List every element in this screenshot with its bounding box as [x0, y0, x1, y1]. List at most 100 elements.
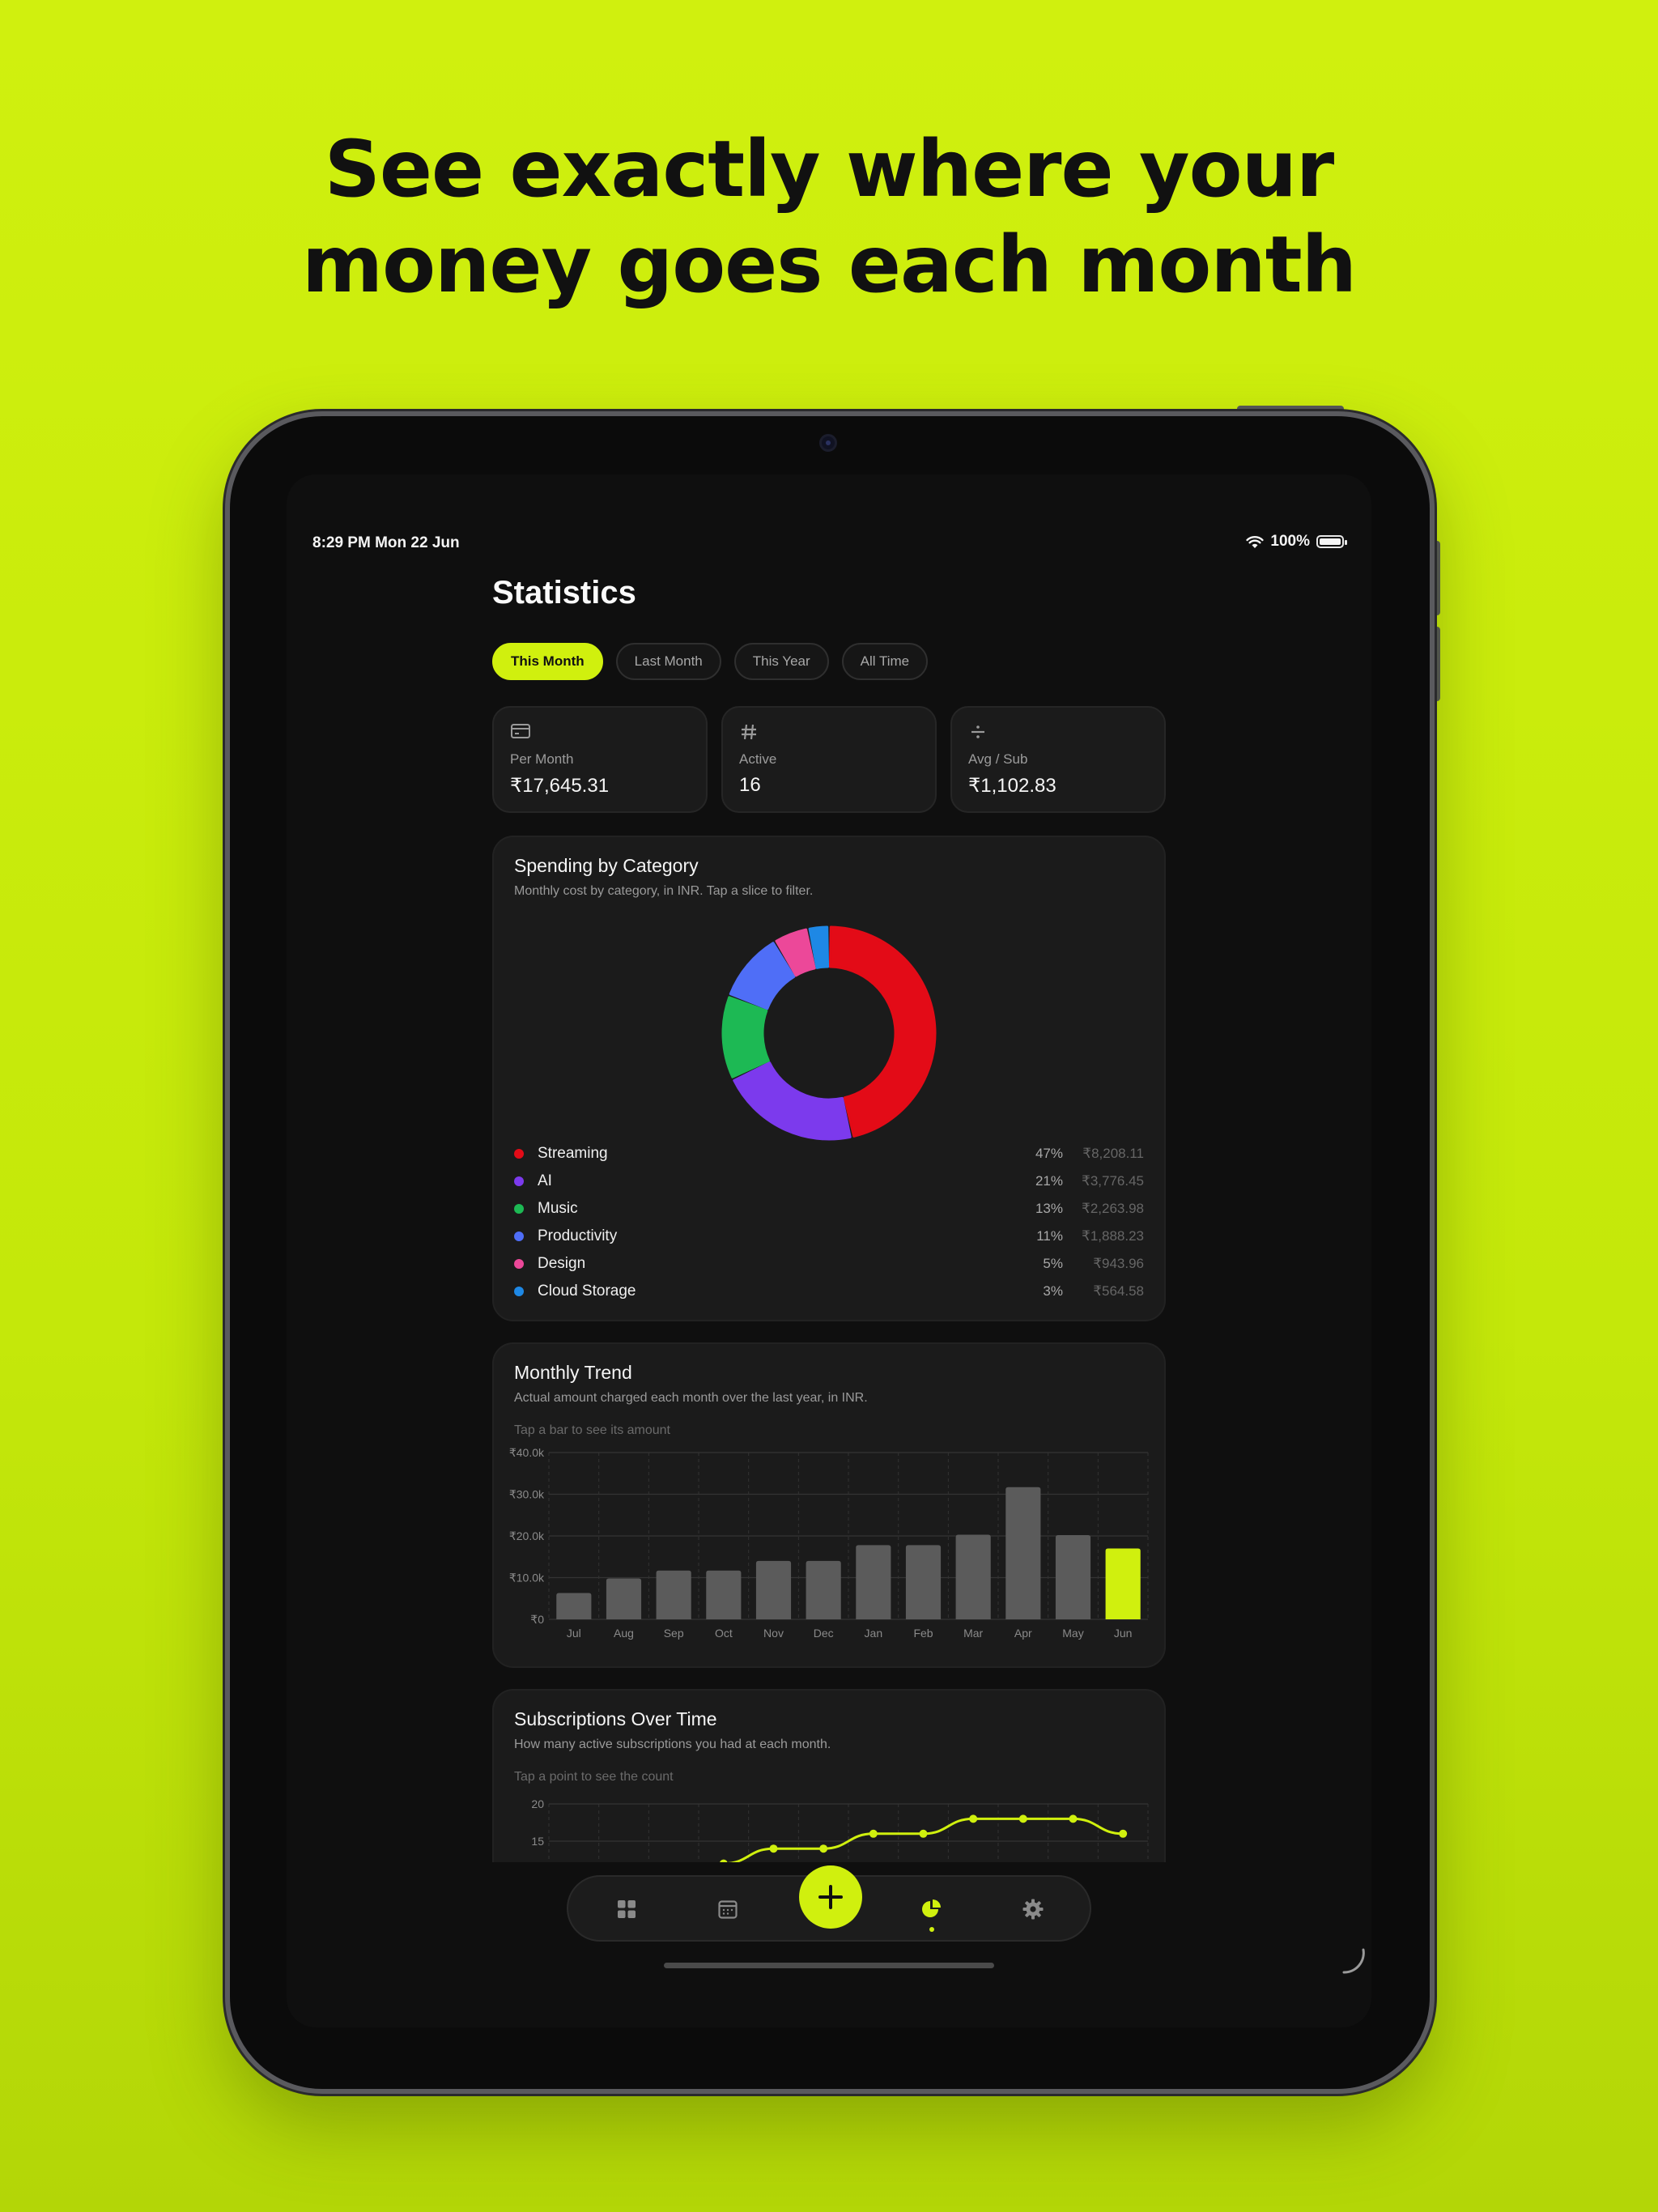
grid-icon	[618, 1900, 636, 1918]
stat-label: Per Month	[510, 751, 574, 767]
donut-slice-music[interactable]	[721, 996, 770, 1078]
battery-icon	[1316, 535, 1347, 548]
monthly-trend-chart[interactable]: ₹0 ₹10.0k ₹20.0k ₹30.0k ₹40.0k Jul Aug Sep Oct No…	[507, 1448, 1154, 1658]
legend-amount: ₹564.58	[1093, 1283, 1144, 1299]
point-mar[interactable]	[969, 1814, 978, 1823]
period-filter: This Month Last Month This Year All Time	[492, 643, 929, 680]
loading-spinner-icon	[1342, 1948, 1365, 1974]
x-tick-label: Mar	[963, 1627, 983, 1640]
y-tick-label: ₹10.0k	[509, 1572, 545, 1585]
legend-percent: 11%	[1036, 1228, 1063, 1244]
legend-dot	[514, 1259, 524, 1269]
x-tick-label: Jun	[1114, 1627, 1133, 1640]
filter-last-month[interactable]: Last Month	[615, 643, 721, 680]
status-time: 8:29 PM Mon 22 Jun	[312, 534, 460, 551]
legend-dot	[514, 1231, 524, 1241]
x-tick-label: Nov	[763, 1627, 784, 1640]
stat-value: 16	[739, 774, 761, 796]
x-tick-label: Feb	[913, 1627, 933, 1640]
legend-row-streaming[interactable]: Streaming 47% ₹8,208.11	[514, 1140, 1144, 1168]
tab-dashboard[interactable]	[609, 1891, 644, 1927]
point-nov[interactable]	[769, 1844, 778, 1853]
y-tick-label: ₹0	[530, 1613, 544, 1626]
point-jan[interactable]	[869, 1829, 878, 1838]
bar-mar[interactable]	[955, 1534, 991, 1619]
tab-statistics[interactable]	[914, 1891, 950, 1932]
panel-title: Monthly Trend	[514, 1362, 632, 1383]
y-tick-label: ₹20.0k	[509, 1529, 545, 1542]
legend-amount: ₹8,208.11	[1082, 1146, 1144, 1161]
summary-cards: Per Month ₹17,645.31 Active 16 Avg / Sub…	[492, 706, 1166, 813]
legend-percent: 47%	[1035, 1146, 1063, 1161]
legend-amount: ₹2,263.98	[1082, 1201, 1144, 1216]
home-indicator	[664, 1963, 994, 1968]
point-may[interactable]	[1069, 1814, 1078, 1823]
legend-row-ai[interactable]: AI 21% ₹3,776.45	[514, 1168, 1144, 1195]
bar-jul[interactable]	[556, 1593, 592, 1619]
x-tick-label: Dec	[814, 1627, 834, 1640]
bar-aug[interactable]	[606, 1578, 642, 1619]
panel-title: Spending by Category	[514, 855, 699, 876]
screen: 8:29 PM Mon 22 Jun 100% Statistics This …	[287, 474, 1371, 2027]
legend-row-design[interactable]: Design 5% ₹943.96	[514, 1250, 1144, 1278]
legend-name: Music	[538, 1200, 578, 1217]
donut-slice-ai[interactable]	[733, 1061, 852, 1141]
x-tick-label: Sep	[664, 1627, 684, 1640]
spending-by-category-card: Spending by Category Monthly cost by cat…	[492, 836, 1166, 1321]
legend-dot	[514, 1287, 524, 1296]
plus-icon	[818, 1885, 843, 1909]
volume-down-button	[1434, 627, 1440, 701]
add-subscription-button[interactable]	[799, 1865, 862, 1929]
point-dec[interactable]	[819, 1844, 828, 1853]
point-jun[interactable]	[1119, 1829, 1128, 1838]
x-tick-label: Apr	[1014, 1627, 1032, 1640]
card-icon	[510, 722, 531, 743]
legend-amount: ₹3,776.45	[1082, 1173, 1144, 1189]
panel-hint: Tap a bar to see its amount	[514, 1423, 670, 1437]
legend-row-cloud-storage[interactable]: Cloud Storage 3% ₹564.58	[514, 1278, 1144, 1305]
legend-percent: 21%	[1035, 1173, 1063, 1189]
bar-dec[interactable]	[806, 1560, 841, 1619]
stat-value: ₹1,102.83	[968, 775, 1056, 797]
legend-amount: ₹1,888.23	[1082, 1228, 1144, 1244]
panel-title: Subscriptions Over Time	[514, 1708, 717, 1729]
legend-amount: ₹943.96	[1093, 1256, 1144, 1271]
status-indicators: 100%	[1246, 533, 1347, 551]
panel-hint: Tap a point to see the count	[514, 1770, 674, 1784]
bar-jun[interactable]	[1105, 1548, 1141, 1619]
bar-nov[interactable]	[755, 1560, 792, 1619]
donut-slice-streaming[interactable]	[828, 925, 937, 1138]
filter-all-time[interactable]: All Time	[841, 643, 929, 680]
donut-chart[interactable]	[708, 912, 950, 1155]
filter-this-year[interactable]: This Year	[733, 643, 829, 680]
calendar-icon	[718, 1900, 738, 1919]
tab-settings[interactable]	[1015, 1891, 1051, 1927]
point-feb[interactable]	[919, 1829, 928, 1838]
bar-feb[interactable]	[905, 1545, 942, 1619]
headline-line-2: money goes each month	[302, 219, 1357, 310]
volume-up-button	[1434, 541, 1440, 615]
x-tick-label: May	[1062, 1627, 1083, 1640]
y-tick-label: 15	[531, 1835, 544, 1848]
bar-jan[interactable]	[856, 1545, 891, 1619]
legend-row-music[interactable]: Music 13% ₹2,263.98	[514, 1195, 1144, 1223]
battery-percent: 100%	[1270, 533, 1310, 550]
panel-subtitle: How many active subscriptions you had at…	[514, 1738, 831, 1751]
filter-this-month[interactable]: This Month	[492, 643, 603, 680]
page-title: Statistics	[492, 575, 636, 610]
pie-chart-icon	[922, 1899, 941, 1917]
bar-may[interactable]	[1055, 1534, 1091, 1619]
legend-name: Productivity	[538, 1227, 618, 1244]
tab-calendar[interactable]	[710, 1891, 746, 1927]
bar-apr[interactable]	[1005, 1487, 1041, 1619]
bar-oct[interactable]	[706, 1570, 742, 1619]
gear-icon	[1022, 1899, 1044, 1920]
monthly-trend-card: Monthly Trend Actual amount charged each…	[492, 1342, 1166, 1668]
x-tick-label: Aug	[614, 1627, 634, 1640]
legend-row-productivity[interactable]: Productivity 11% ₹1,888.23	[514, 1223, 1144, 1250]
legend-percent: 3%	[1043, 1283, 1063, 1299]
y-tick-label: ₹30.0k	[509, 1488, 545, 1501]
bar-sep[interactable]	[656, 1570, 691, 1619]
point-apr[interactable]	[1018, 1814, 1027, 1823]
legend-name: Cloud Storage	[538, 1283, 636, 1300]
